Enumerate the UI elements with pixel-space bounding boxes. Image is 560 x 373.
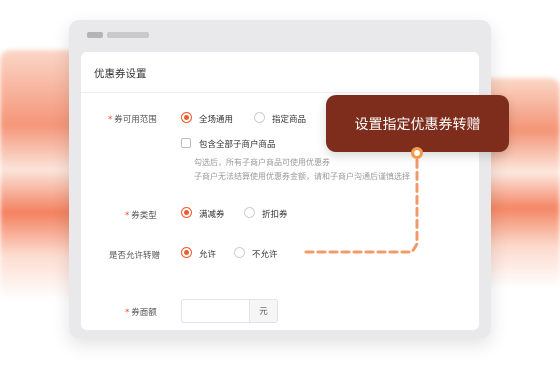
callout-tooltip: 设置指定优惠券转赠 xyxy=(326,95,509,152)
illustration-stage: 优惠券设置 * 券可用范围 全场通用 指定商品 包含全部子商户商品 勾选后，所有子… xyxy=(0,0,560,373)
callout-anchor-dot xyxy=(411,147,423,159)
dashed-connector xyxy=(304,156,419,254)
dashed-connector-path xyxy=(304,156,419,254)
